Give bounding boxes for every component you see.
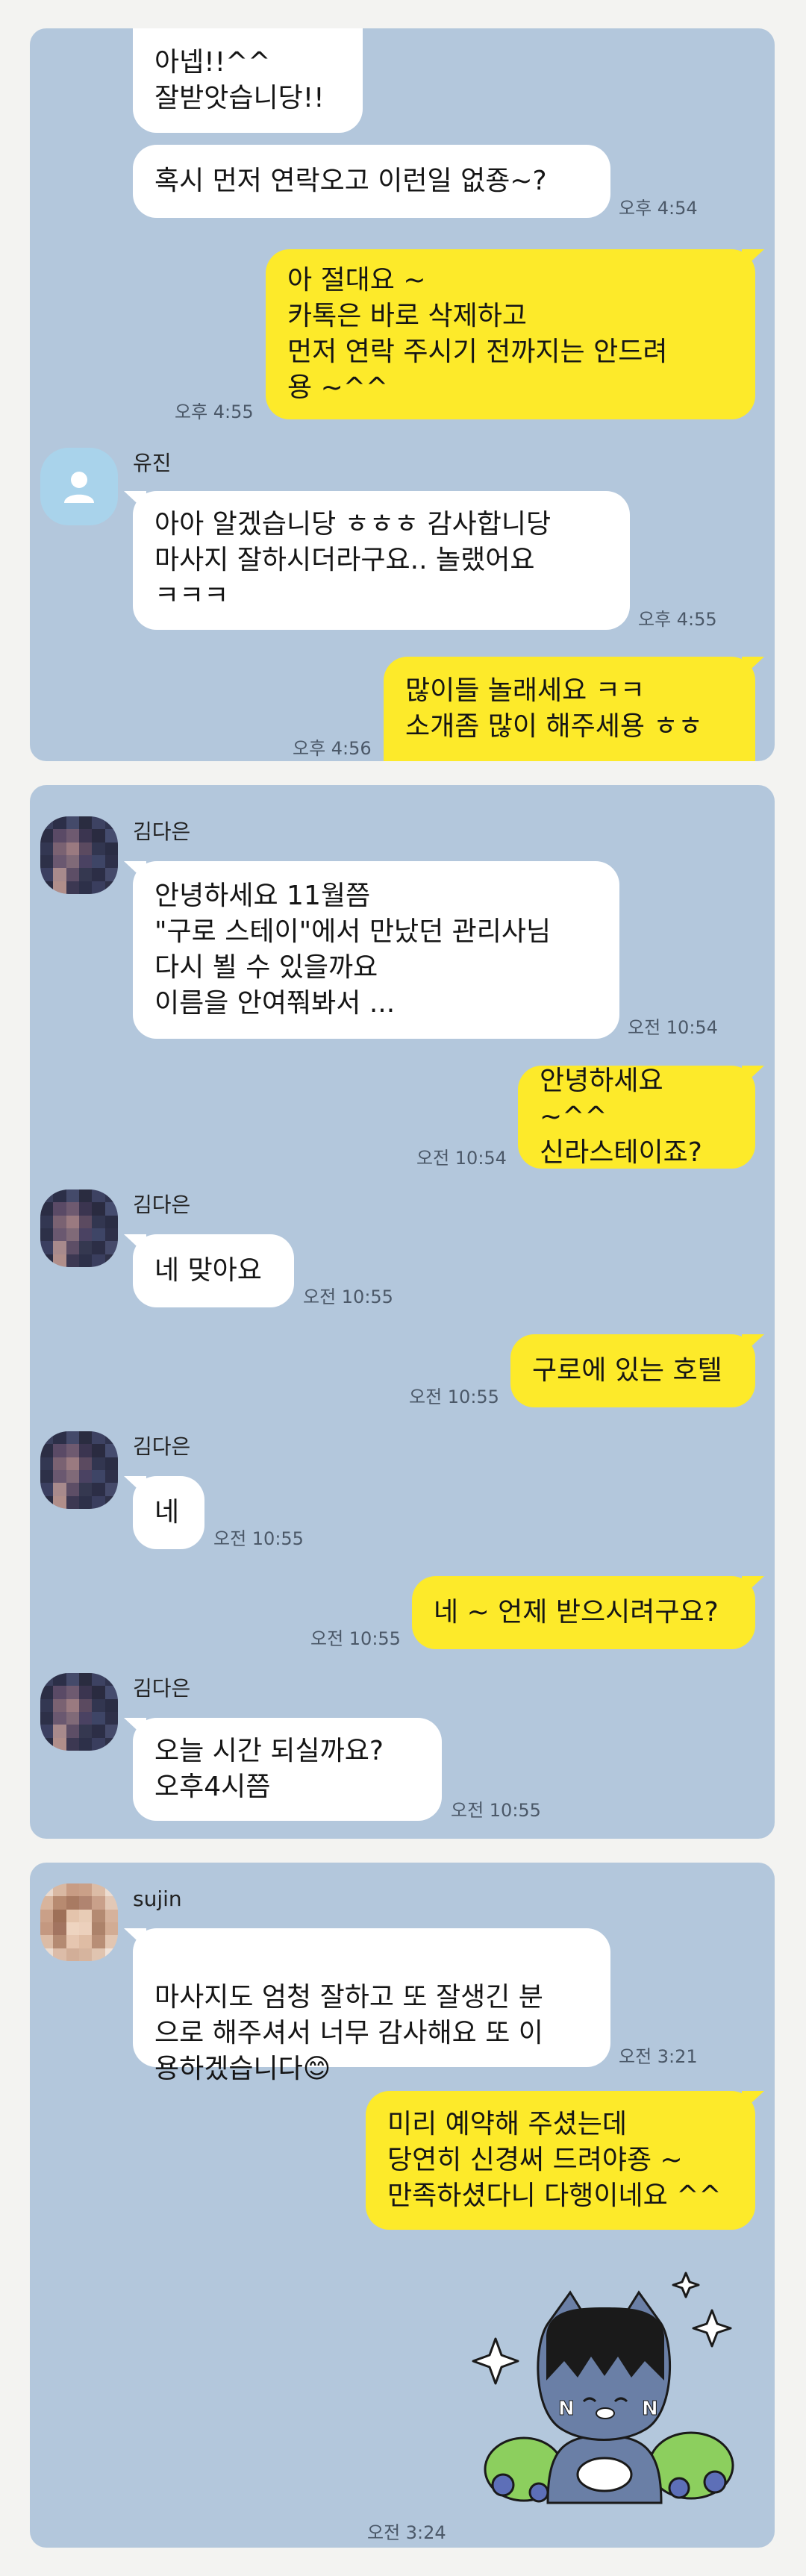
chat-panel-2: 김다은 안녕하세요 11월쯤 "구로 스테이"에서 만났던 관리사님 다시 뵐 … [30, 785, 775, 1839]
message-time: 오전 10:55 [409, 1387, 499, 1407]
message-bubble-incoming[interactable]: 오늘 시간 되실까요? 오후4시쯤 [133, 1718, 442, 1821]
avatar-sujin[interactable] [40, 1883, 118, 1961]
chat-panel-1: 아넵!!^^ 잘받앗습니당!! 혹시 먼저 연락오고 이런일 없죵~? 오후 4… [30, 28, 775, 761]
message-bubble-outgoing[interactable]: 구로에 있는 호텔 [510, 1334, 755, 1407]
message-time: 오전 3:24 [367, 2522, 446, 2543]
svg-text:N: N [558, 2398, 575, 2420]
message-time: 오전 10:55 [310, 1628, 401, 1649]
message-time: 오후 4:55 [175, 401, 254, 422]
message-time: 오전 10:54 [628, 1017, 718, 1038]
message-time: 오전 10:55 [213, 1528, 304, 1549]
avatar-kimdaeun[interactable] [40, 1673, 118, 1751]
sender-name: 유진 [133, 451, 172, 475]
message-time: 오후 4:54 [619, 198, 698, 219]
message-bubble-incoming[interactable]: 네 맞아요 [133, 1234, 294, 1307]
message-bubble-incoming[interactable]: 네 [133, 1476, 204, 1549]
avatar-kimdaeun[interactable] [40, 816, 118, 894]
message-bubble-outgoing[interactable]: 많이들 놀래세요 ㅋㅋ 소개좀 많이 해주세용 ㅎㅎ [384, 657, 755, 761]
message-time: 오전 3:21 [619, 2046, 698, 2067]
message-bubble-incoming[interactable]: 아넵!!^^ 잘받앗습니당!! [133, 28, 363, 133]
message-bubble-incoming[interactable]: 마사지도 엄청 잘하고 또 잘생긴 분 으로 해주셔서 너무 감사해요 또 이 … [133, 1928, 610, 2084]
message-bubble-outgoing[interactable]: 아 절대요 ~ 카톡은 바로 삭제하고 먼저 연락 주시기 전까지는 안드려 용… [266, 249, 755, 419]
message-bubble-outgoing[interactable]: 미리 예약해 주셨는데 당연히 신경써 드려야죵 ~ 만족하셨다니 다행이네요 … [366, 2091, 755, 2230]
message-time: 오전 10:55 [303, 1287, 393, 1307]
sender-name: 김다은 [133, 1676, 191, 1701]
sender-name: 김다은 [133, 819, 191, 844]
message-bubble-outgoing[interactable]: 네 ~ 언제 받으시려구요? [412, 1576, 755, 1649]
message-time: 오후 4:55 [638, 609, 717, 630]
sender-name: 김다은 [133, 1192, 191, 1217]
svg-text:N: N [642, 2398, 658, 2420]
smile-emoji-icon: 😊 [302, 2054, 331, 2084]
message-bubble-outgoing[interactable]: 안녕하세요 ~^^ 신라스테이죠? [518, 1066, 755, 1169]
sender-name: 김다은 [133, 1434, 191, 1459]
sender-name: sujin [133, 1886, 182, 1911]
avatar-yujin[interactable] [40, 448, 118, 525]
avatar-kimdaeun[interactable] [40, 1431, 118, 1509]
message-time: 오전 10:55 [451, 1800, 541, 1821]
message-bubble-incoming[interactable]: 혹시 먼저 연락오고 이런일 없죵~? [133, 145, 610, 218]
message-text: 마사지도 엄청 잘하고 또 잘생긴 분 으로 해주셔서 너무 감사해요 또 이 … [154, 1982, 543, 2084]
kakao-friends-cat-sticker[interactable]: N N [458, 2264, 755, 2509]
person-icon [64, 472, 94, 503]
avatar-kimdaeun[interactable] [40, 1189, 118, 1267]
message-time: 오후 4:56 [293, 738, 372, 759]
message-bubble-incoming[interactable]: 안녕하세요 11월쯤 "구로 스테이"에서 만났던 관리사님 다시 뵐 수 있을… [133, 861, 619, 1039]
message-bubble-incoming[interactable]: 아아 알겠습니당 ㅎㅎㅎ 감사합니당 마사지 잘하시더라구요.. 놀랬어요 ㅋㅋ… [133, 491, 630, 630]
message-time: 오전 10:54 [416, 1148, 507, 1169]
chat-panel-3: sujin 마사지도 엄청 잘하고 또 잘생긴 분 으로 해주셔서 너무 감사해… [30, 1863, 775, 2548]
